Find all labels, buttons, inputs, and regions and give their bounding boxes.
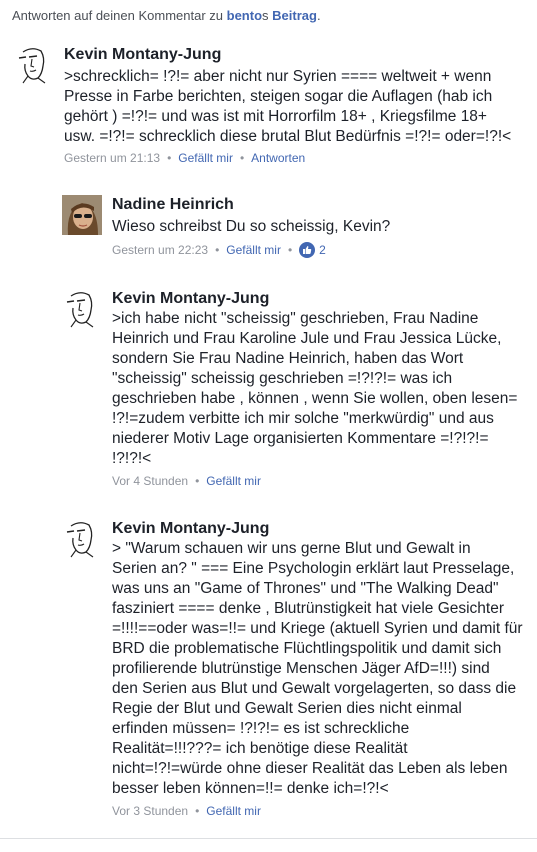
avatar[interactable] (14, 44, 54, 84)
divider (0, 838, 537, 839)
reply-button[interactable]: Antworten (251, 151, 305, 165)
comment-timestamp[interactable]: Vor 3 Stunden (112, 804, 188, 818)
comment-timestamp[interactable]: Gestern um 21:13 (64, 151, 160, 165)
separator-dot: • (195, 804, 200, 818)
avatar[interactable] (62, 288, 102, 328)
separator-dot: • (167, 151, 172, 165)
sketch-face-avatar-icon (66, 522, 94, 558)
comment-author[interactable]: Kevin Montany-Jung (64, 46, 221, 64)
comment-text: >ich habe nicht "scheissig" geschrieben,… (112, 310, 518, 467)
comment-text: Wieso schreibst Du so scheissig, Kevin? (112, 218, 391, 235)
comment-timestamp[interactable]: Vor 4 Stunden (112, 474, 188, 488)
comment-author[interactable]: Kevin Montany-Jung (112, 520, 269, 538)
comment-author[interactable]: Nadine Heinrich (112, 196, 234, 214)
comment-timestamp[interactable]: Gestern um 22:23 (112, 243, 208, 257)
like-button[interactable]: Gefällt mir (206, 804, 261, 818)
like-button[interactable]: Gefällt mir (178, 151, 233, 165)
header-possessive: s (262, 8, 273, 23)
separator-dot: • (287, 243, 293, 257)
sketch-face-avatar-icon (18, 48, 46, 84)
profile-photo-icon (62, 195, 102, 235)
thumbs-up-icon[interactable] (299, 242, 316, 258)
avatar[interactable] (62, 195, 102, 235)
separator-dot: • (215, 243, 220, 257)
comment-meta: Vor 3 Stunden • Gefällt mir (112, 804, 261, 818)
like-button[interactable]: Gefällt mir (226, 243, 281, 257)
separator-dot: • (195, 474, 200, 488)
author-link[interactable]: bento (227, 8, 262, 23)
comment-meta: Vor 4 Stunden • Gefällt mir (112, 474, 261, 488)
comment-text: > "Warum schauen wir uns gerne Blut und … (112, 540, 523, 797)
notification-header: Antworten auf deinen Kommentar zu bentos… (12, 8, 321, 23)
post-link[interactable]: Beitrag (272, 8, 317, 23)
separator-dot: • (239, 151, 245, 165)
comment-author[interactable]: Kevin Montany-Jung (112, 290, 269, 308)
like-button[interactable]: Gefällt mir (206, 474, 261, 488)
avatar[interactable] (62, 518, 102, 558)
like-count[interactable]: 2 (319, 243, 326, 257)
comment-meta: Gestern um 22:23 • Gefällt mir • 2 (112, 242, 326, 258)
header-suffix: . (316, 8, 321, 23)
comment-text: >schrecklich= !?!= aber nicht nur Syrien… (64, 68, 512, 145)
sketch-face-avatar-icon (66, 292, 94, 328)
header-prefix: Antworten auf deinen Kommentar zu (12, 8, 227, 23)
comment-meta: Gestern um 21:13 • Gefällt mir • Antworten (64, 151, 305, 165)
